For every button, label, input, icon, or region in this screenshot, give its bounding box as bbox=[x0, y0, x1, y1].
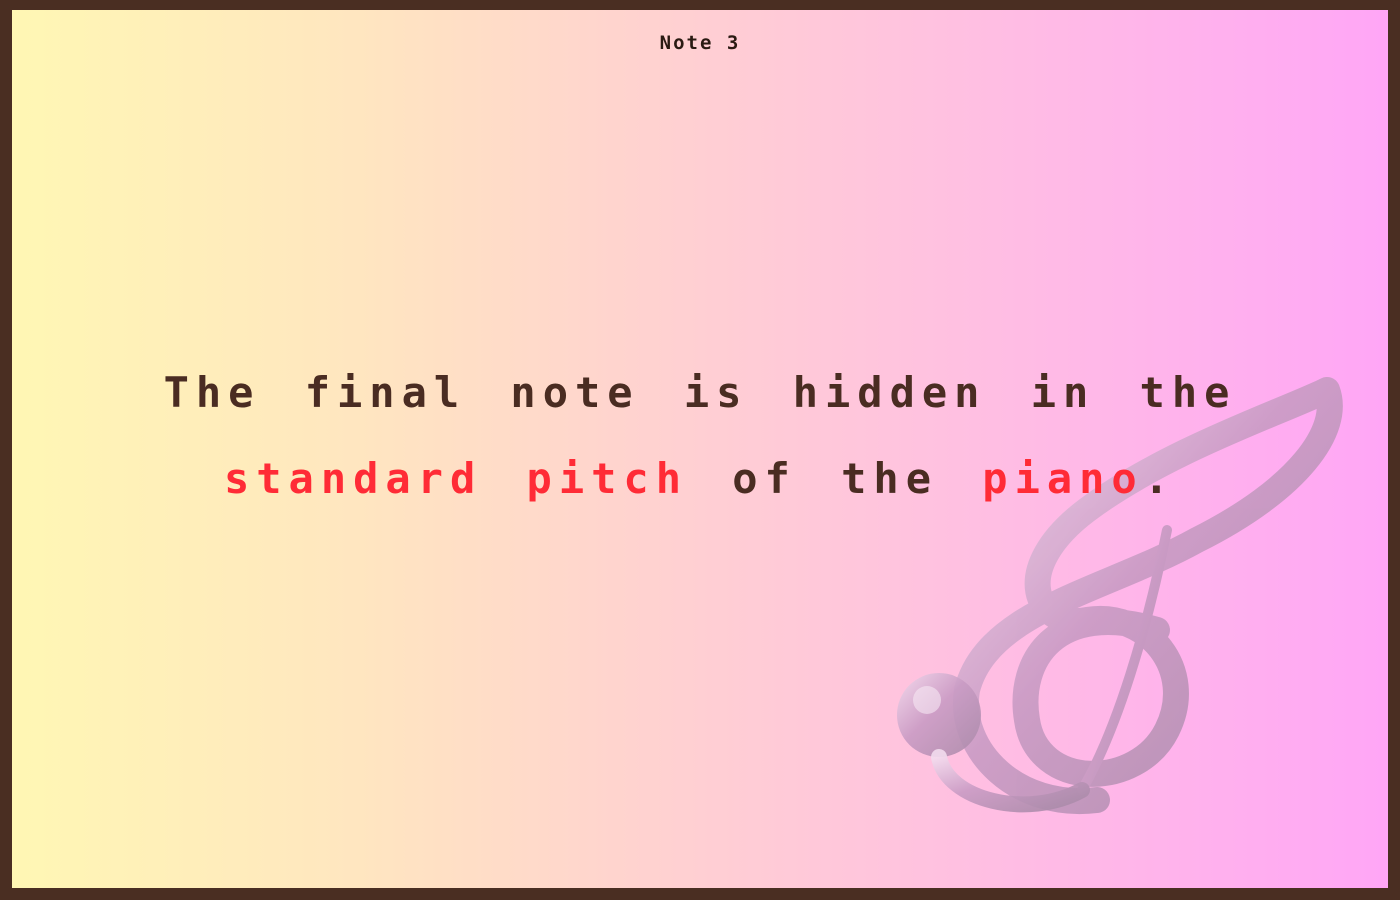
message-line-2: standard pitch of the piano. bbox=[12, 436, 1388, 522]
note-panel: Note 3 The final note is hidden in the s… bbox=[12, 10, 1388, 888]
note-title: Note 3 bbox=[659, 32, 741, 54]
message-period: . bbox=[1143, 454, 1177, 503]
message-line-1: The final note is hidden in the bbox=[163, 368, 1237, 417]
puzzle-message: The final note is hidden in the standard… bbox=[12, 350, 1388, 522]
highlight-piano: piano bbox=[982, 454, 1144, 503]
highlight-standard-pitch: standard pitch bbox=[223, 454, 688, 503]
message-text-of-the: of the bbox=[687, 454, 983, 503]
